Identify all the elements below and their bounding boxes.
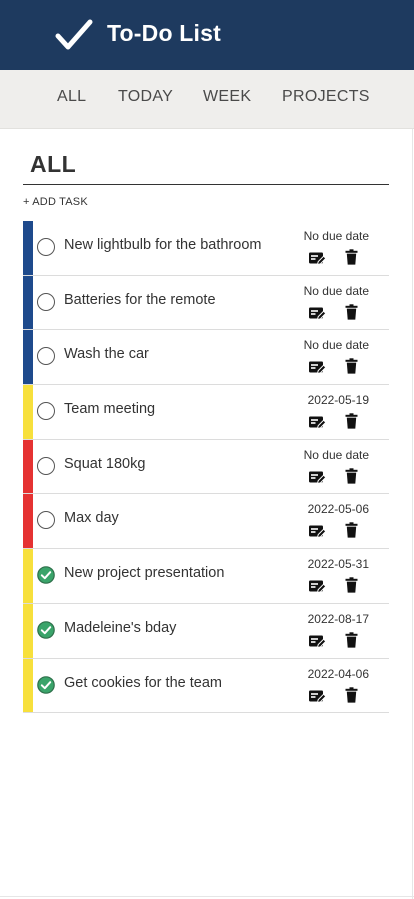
- task-due-date: 2022-04-06: [307, 666, 369, 681]
- tab-week[interactable]: WEEK: [203, 88, 251, 106]
- task-name: Wash the car: [64, 346, 149, 363]
- edit-icon[interactable]: [308, 469, 326, 485]
- delete-icon[interactable]: [345, 358, 358, 374]
- delete-icon[interactable]: [345, 413, 358, 429]
- edit-icon[interactable]: [308, 359, 326, 375]
- incomplete-checkbox-icon[interactable]: [37, 292, 55, 311]
- task-name: New project presentation: [64, 565, 225, 582]
- delete-icon[interactable]: [345, 577, 358, 593]
- task-due-date: No due date: [303, 447, 369, 462]
- delete-icon[interactable]: [345, 632, 358, 648]
- task-due-date: 2022-05-06: [307, 502, 369, 517]
- app-header: To-Do List: [0, 0, 414, 70]
- project-color-bar: [23, 494, 33, 549]
- app-title: To-Do List: [107, 20, 221, 46]
- edit-icon[interactable]: [308, 688, 326, 704]
- task-row: Batteries for the remote No due date: [23, 275, 389, 331]
- task-row: Wash the car No due date: [23, 330, 389, 386]
- task-name: Team meeting: [64, 401, 156, 418]
- task-row: Get cookies for the team 2022-04-06: [23, 658, 389, 714]
- delete-icon[interactable]: [345, 522, 358, 539]
- task-name: Max day: [64, 510, 119, 527]
- task-due-date: 2022-05-31: [307, 557, 369, 572]
- completed-checkbox-icon[interactable]: [37, 566, 55, 585]
- edit-icon[interactable]: [308, 633, 326, 649]
- project-color-bar: [23, 330, 33, 385]
- delete-icon[interactable]: [345, 249, 358, 265]
- project-color-bar: [23, 275, 33, 330]
- incomplete-checkbox-icon[interactable]: [37, 402, 55, 421]
- edit-icon[interactable]: [308, 523, 326, 539]
- project-color-bar: [23, 439, 33, 494]
- task-due-date: No due date: [303, 338, 369, 353]
- task-name: New lightbulb for the bathroom: [64, 237, 262, 253]
- project-color-bar: [23, 549, 33, 603]
- completed-checkbox-icon[interactable]: [37, 675, 55, 694]
- project-color-bar: [23, 603, 33, 658]
- incomplete-checkbox-icon[interactable]: [37, 456, 55, 475]
- task-due-date: 2022-05-19: [307, 393, 369, 408]
- task-due-date: No due date: [303, 229, 369, 243]
- delete-icon[interactable]: [345, 686, 358, 703]
- project-color-bar: [23, 221, 33, 275]
- completed-checkbox-icon[interactable]: [37, 620, 55, 639]
- task-name: Get cookies for the team: [64, 674, 222, 691]
- delete-icon[interactable]: [345, 468, 358, 484]
- edit-icon[interactable]: [308, 305, 326, 321]
- incomplete-checkbox-icon[interactable]: [37, 347, 55, 366]
- task-due-date: 2022-08-17: [307, 611, 369, 626]
- task-row: Team meeting 2022-05-19: [23, 385, 389, 440]
- edit-icon[interactable]: [308, 414, 326, 430]
- task-list: New lightbulb for the bathroom No due dat…: [23, 221, 389, 714]
- page-bottom-border: [0, 896, 414, 897]
- delete-icon[interactable]: [345, 303, 358, 320]
- project-color-bar: [23, 658, 33, 713]
- edit-icon[interactable]: [308, 578, 326, 594]
- incomplete-checkbox-icon[interactable]: [37, 511, 55, 530]
- add-task-button[interactable]: + ADD TASK: [23, 196, 88, 208]
- task-name: Madeleine's bday: [64, 619, 177, 636]
- incomplete-checkbox-icon[interactable]: [37, 238, 55, 256]
- task-row: New lightbulb for the bathroom No due dat…: [23, 221, 389, 276]
- tab-today[interactable]: TODAY: [118, 88, 173, 106]
- task-row: Max day 2022-05-06: [23, 494, 389, 550]
- task-name: Batteries for the remote: [64, 291, 216, 308]
- title-divider: [23, 184, 389, 185]
- checkmark-icon: [55, 19, 93, 50]
- task-name: Squat 180kg: [64, 455, 146, 472]
- task-row: Madeleine's bday 2022-08-17: [23, 603, 389, 659]
- nav-bar: ALL TODAY WEEK PROJECTS: [0, 70, 414, 129]
- task-row: New project presentation 2022-05-31: [23, 549, 389, 604]
- edit-icon[interactable]: [308, 250, 326, 266]
- tab-projects[interactable]: PROJECTS: [282, 88, 370, 106]
- content-border: [412, 129, 413, 899]
- page-title: ALL: [30, 151, 77, 177]
- tab-all[interactable]: ALL: [57, 88, 86, 106]
- project-color-bar: [23, 385, 33, 439]
- task-row: Squat 180kg No due date: [23, 439, 389, 495]
- task-due-date: No due date: [303, 283, 369, 298]
